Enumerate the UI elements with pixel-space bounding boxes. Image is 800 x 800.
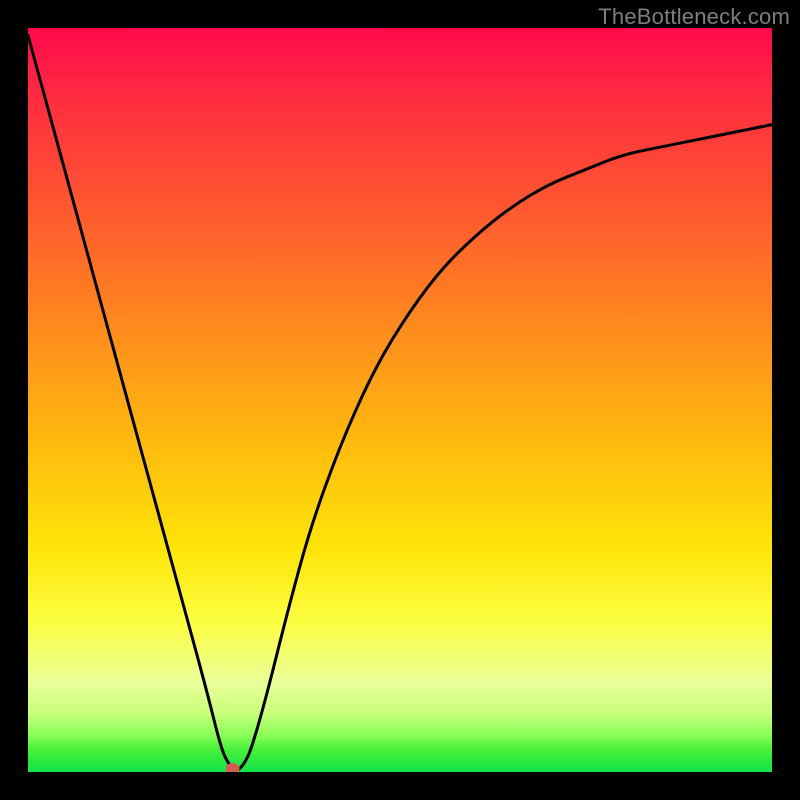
- bottleneck-curve-path: [28, 35, 772, 770]
- chart-svg: [28, 28, 772, 772]
- watermark-label: TheBottleneck.com: [598, 4, 790, 30]
- plot-area: [28, 28, 772, 772]
- chart-frame: TheBottleneck.com: [0, 0, 800, 800]
